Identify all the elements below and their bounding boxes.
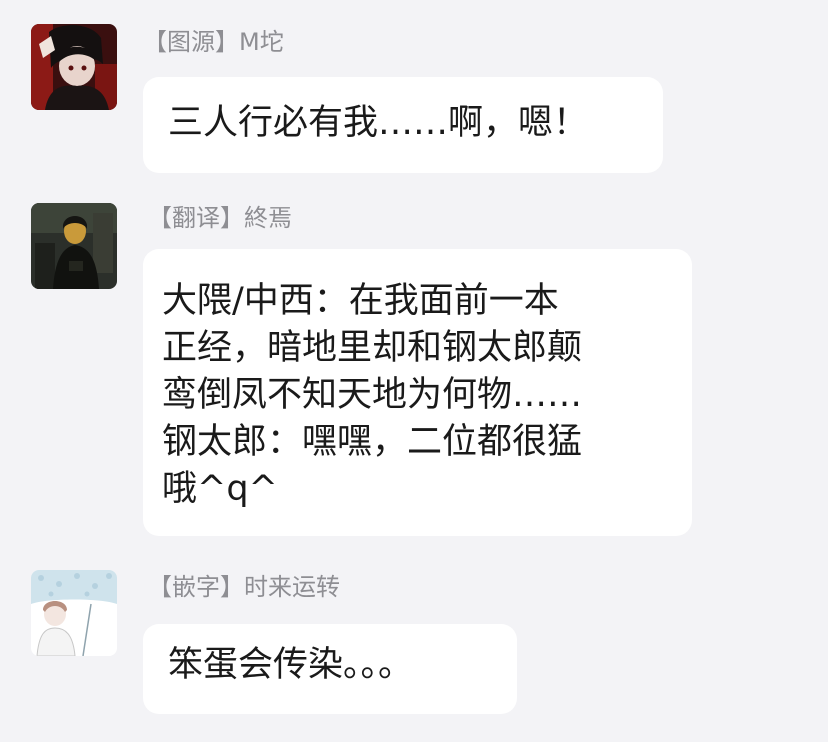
message-text: 笨蛋会传染。。。 <box>168 645 414 685</box>
dark-haired-character-avatar-icon <box>31 24 117 110</box>
message-text: 三人行必有我……啊，嗯！ <box>168 103 589 143</box>
sender-name: 【翻译】終焉 <box>148 204 292 232</box>
avatar[interactable] <box>31 24 117 110</box>
avatar[interactable] <box>31 570 117 656</box>
sender-name: 【嵌字】时来运转 <box>148 573 340 601</box>
umbrella-illustration-avatar-icon <box>31 570 117 656</box>
message-text: 大隈/中西：在我面前一本 正经，暗地里却和钢太郎颠 鸾倒凤不知天地为何物…… 钢… <box>162 281 583 509</box>
sender-name: 【图源】M坨 <box>143 28 284 56</box>
person-in-dark-room-avatar-icon <box>31 203 117 289</box>
avatar[interactable] <box>31 203 117 289</box>
